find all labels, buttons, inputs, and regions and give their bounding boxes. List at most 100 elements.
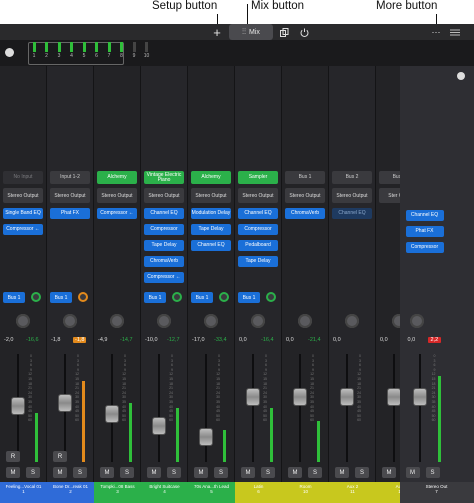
plugin-slot[interactable]: Channel EQ <box>191 240 231 251</box>
input-slot[interactable]: Alchemy <box>191 171 231 184</box>
pan-knob[interactable] <box>204 314 218 328</box>
solo-button[interactable]: S <box>308 467 322 478</box>
mute-button[interactable]: M <box>194 467 208 478</box>
record-button[interactable]: R <box>53 451 67 462</box>
pan-knob[interactable] <box>298 314 312 328</box>
send-level-knob[interactable] <box>172 292 182 302</box>
plugin-slot[interactable]: Pedalboard <box>238 240 278 251</box>
plugin-slot[interactable]: Channel EQ <box>405 210 444 221</box>
volume-fader[interactable] <box>200 429 212 446</box>
input-slot[interactable]: Bus 1 <box>285 171 325 184</box>
solo-button[interactable]: S <box>214 467 228 478</box>
volume-fader[interactable] <box>247 388 259 405</box>
input-slot[interactable]: Input 1-2 <box>50 171 90 184</box>
volume-fader[interactable] <box>341 388 353 405</box>
mute-button[interactable]: M <box>241 467 255 478</box>
send-level-knob[interactable] <box>219 292 229 302</box>
plugin-slot[interactable]: Phat FX <box>405 226 444 237</box>
solo-button[interactable]: S <box>26 467 40 478</box>
track-name-label[interactable]: Latin 6 <box>235 482 282 503</box>
input-slot[interactable]: Sampler <box>238 171 278 184</box>
settings-dot-icon[interactable] <box>5 48 14 57</box>
plugin-slot[interactable]: Channel EQ <box>144 208 184 219</box>
plugin-slot[interactable]: Compressor ← <box>97 208 137 219</box>
output-slot[interactable]: Stereo Output <box>285 188 325 203</box>
setup-button[interactable]: + <box>210 24 224 40</box>
copy-icon[interactable] <box>278 24 290 40</box>
output-slot[interactable]: Stereo Output <box>332 188 372 203</box>
plugin-slot[interactable]: Tape Delay <box>191 224 231 235</box>
pan-knob[interactable] <box>251 314 265 328</box>
track-name-label[interactable]: Aux 2 11 <box>329 482 376 503</box>
more-button[interactable]: ··· <box>428 24 444 40</box>
mute-button[interactable]: M <box>335 467 349 478</box>
plugin-slot[interactable]: Phat FX <box>50 208 90 219</box>
track-name-label[interactable]: Room 10 <box>282 482 329 503</box>
input-slot[interactable]: Bus 2 <box>332 171 372 184</box>
volume-fader[interactable] <box>106 406 118 423</box>
input-slot[interactable]: No Input <box>3 171 43 184</box>
send-level-knob[interactable] <box>31 292 41 302</box>
list-icon[interactable] <box>448 24 462 40</box>
send-bus-button[interactable]: Bus 1 <box>144 292 166 303</box>
track-name-label[interactable]: Bone Dr...reak 01 2 <box>47 482 94 503</box>
pan-knob[interactable] <box>157 314 171 328</box>
solo-button[interactable]: S <box>355 467 369 478</box>
output-slot[interactable]: Stereo Output <box>3 188 43 203</box>
track-name-label[interactable]: 70s Ana...th Lead 5 <box>188 482 235 503</box>
plugin-slot[interactable]: Compressor ← <box>3 224 43 235</box>
mute-button[interactable]: M <box>382 467 396 478</box>
pan-knob[interactable] <box>345 314 359 328</box>
stereo-out-settings-icon[interactable] <box>457 72 465 80</box>
output-slot[interactable]: Stereo Output <box>238 188 278 203</box>
volume-fader[interactable] <box>294 388 306 405</box>
plugin-slot[interactable]: ChromaVerb <box>285 208 325 219</box>
volume-fader[interactable] <box>59 395 71 412</box>
plugin-slot[interactable]: Single Band EQ <box>3 208 43 219</box>
mute-button[interactable]: M <box>100 467 114 478</box>
solo-button[interactable]: S <box>73 467 87 478</box>
plugin-slot[interactable]: Compressor <box>238 224 278 235</box>
output-slot[interactable]: Stereo Output <box>144 188 184 203</box>
pan-knob[interactable] <box>63 314 77 328</box>
plugin-slot[interactable]: Tape Delay <box>238 256 278 267</box>
input-slot[interactable]: Vintage Electric Piano <box>144 171 184 184</box>
solo-button[interactable]: S <box>425 467 440 478</box>
plugin-slot[interactable]: Compressor <box>144 224 184 235</box>
track-name-label[interactable]: Bright Suitcase 4 <box>141 482 188 503</box>
volume-fader[interactable] <box>153 418 165 435</box>
send-bus-button[interactable]: Bus 1 <box>191 292 213 303</box>
mute-button[interactable]: M <box>6 467 20 478</box>
mute-button[interactable]: M <box>288 467 302 478</box>
track-meter-overview[interactable]: 1 2 3 4 5 6 7 8 9 10 <box>0 40 474 66</box>
track-name-label[interactable]: Stereo Out 7 <box>399 482 474 503</box>
power-icon[interactable] <box>297 24 311 40</box>
plugin-slot[interactable]: Channel EQ <box>238 208 278 219</box>
send-bus-button[interactable]: Bus 1 <box>3 292 25 303</box>
pan-knob[interactable] <box>16 314 30 328</box>
volume-fader[interactable] <box>12 398 24 415</box>
output-slot[interactable]: Stereo Output <box>191 188 231 203</box>
solo-button[interactable]: S <box>120 467 134 478</box>
plugin-slot[interactable]: Modulation Delay <box>191 208 231 219</box>
plugin-slot[interactable]: Channel EQ <box>332 208 372 219</box>
plugin-slot[interactable]: Compressor ← <box>144 272 184 283</box>
record-button[interactable]: R <box>6 451 20 462</box>
input-slot[interactable]: Alchemy <box>97 171 137 184</box>
send-bus-button[interactable]: Bus 1 <box>238 292 260 303</box>
pan-knob[interactable] <box>110 314 124 328</box>
send-level-knob[interactable] <box>78 292 88 302</box>
output-slot[interactable]: Stereo Output <box>50 188 90 203</box>
plugin-slot[interactable]: Tape Delay <box>144 240 184 251</box>
track-name-label[interactable]: Tompki...08 Bass 3 <box>94 482 141 503</box>
output-slot[interactable]: Stereo Output <box>97 188 137 203</box>
send-bus-button[interactable]: Bus 1 <box>50 292 72 303</box>
send-level-knob[interactable] <box>266 292 276 302</box>
plugin-slot[interactable]: Compressor <box>405 242 444 253</box>
track-name-label[interactable]: Feeling...Vocal 01 1 <box>0 482 47 503</box>
volume-fader[interactable] <box>388 388 400 405</box>
mute-button[interactable]: M <box>147 467 161 478</box>
solo-button[interactable]: S <box>261 467 275 478</box>
volume-fader[interactable] <box>413 388 426 405</box>
mute-button[interactable]: M <box>405 467 420 478</box>
